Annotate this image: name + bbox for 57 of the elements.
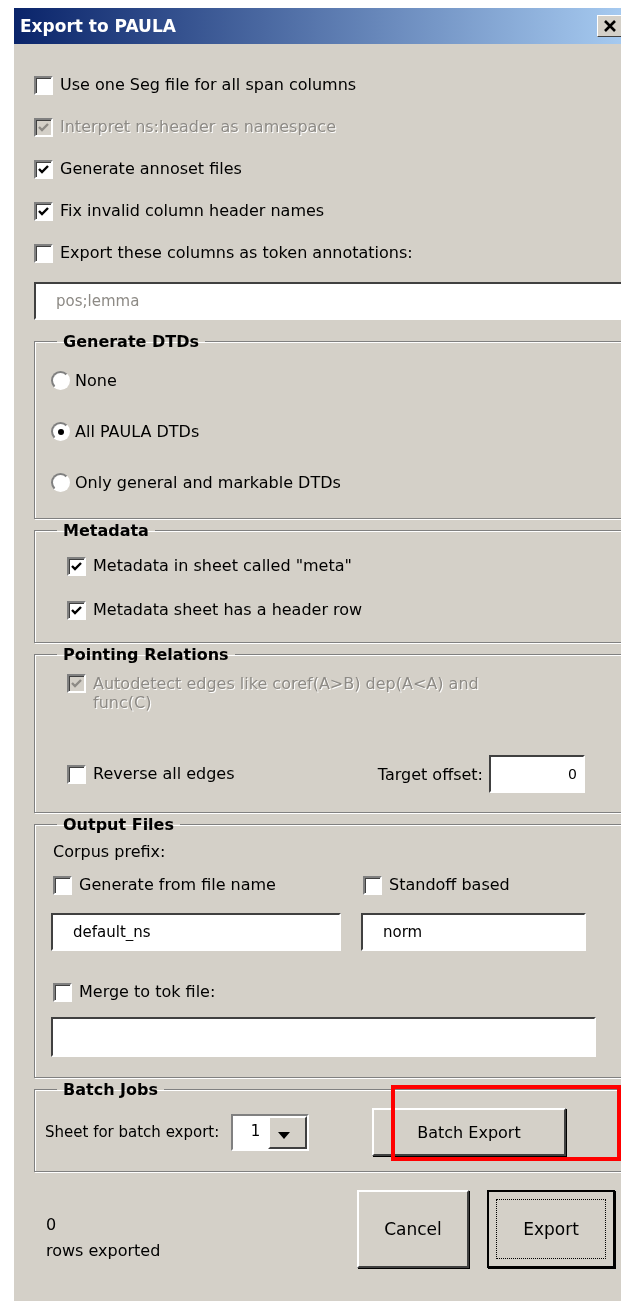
close-button[interactable] [597,15,621,37]
group-title: Batch Jobs [62,1080,159,1099]
checkbox-label: Export these columns as token annotations: [60,243,413,263]
text-field[interactable] [51,1017,596,1057]
batch-export-button[interactable]: Batch Export [372,1108,566,1156]
checkbox[interactable] [34,75,53,95]
checkbox-label: Merge to tok file: [79,982,216,1002]
close-icon [603,19,617,33]
radio-label: None [75,371,117,390]
checkbox[interactable] [67,556,86,576]
checkbox-label: Metadata in sheet called "meta" [93,556,352,576]
checkbox-label: Use one Seg file for all span columns [60,75,357,95]
status-text: rows exported [46,1240,161,1262]
window-title: Export to PAULA [20,16,176,36]
check-icon [37,162,50,176]
check-icon [70,559,83,573]
checkbox-label: Autodetect edges like coref(A>B) dep(A<A) and func(C) [93,674,480,713]
checkbox-label: Fix invalid column header names [60,201,325,221]
radio-label: Only general and markable DTDs [75,473,341,492]
group-title: Metadata [62,521,150,540]
group-title: Output Files [62,815,175,834]
radio-button[interactable] [51,473,70,492]
number-field[interactable]: 0 [489,755,585,793]
text-field[interactable]: default_ns [51,913,341,951]
caret-icon [277,1131,290,1139]
checkbox-label: Generate annoset files [60,159,242,179]
sheet-dropdown[interactable]: 1 [231,1113,310,1151]
row-count: 0 [46,1214,58,1236]
field-label: Target offset: [377,764,483,784]
check-icon [37,120,50,134]
checkbox[interactable] [34,201,53,221]
text-field[interactable]: norm [361,913,586,951]
radio-button[interactable] [51,422,70,441]
group-title: Pointing Relations [62,645,230,664]
checkbox[interactable] [34,243,53,263]
radio-button[interactable] [51,371,70,390]
checkbox[interactable] [67,764,86,784]
checkbox[interactable] [363,875,382,895]
checkbox-label: Standoff based [389,875,510,895]
checkbox-label: Generate from file name [79,875,276,895]
checkbox[interactable] [34,159,53,179]
radio-label: All PAULA DTDs [75,422,200,441]
check-icon [37,204,50,218]
group-title: Generate DTDs [62,332,200,351]
checkbox-label: Reverse all edges [93,764,235,784]
default-button[interactable]: Export [487,1190,615,1268]
checkbox[interactable] [67,600,86,620]
checkbox[interactable] [53,982,72,1002]
check-icon [70,603,83,617]
check-icon [70,677,83,690]
text-field[interactable]: pos;lemma [34,282,621,320]
field-label: Corpus prefix: [53,842,167,861]
field-label: Sheet for batch export: [45,1123,220,1141]
checkbox-label: Metadata sheet has a header row [93,600,363,620]
dialog-button[interactable]: Cancel [357,1190,469,1268]
checkbox-label: Interpret ns:header as namespace [60,117,336,137]
checkbox[interactable] [53,875,72,895]
